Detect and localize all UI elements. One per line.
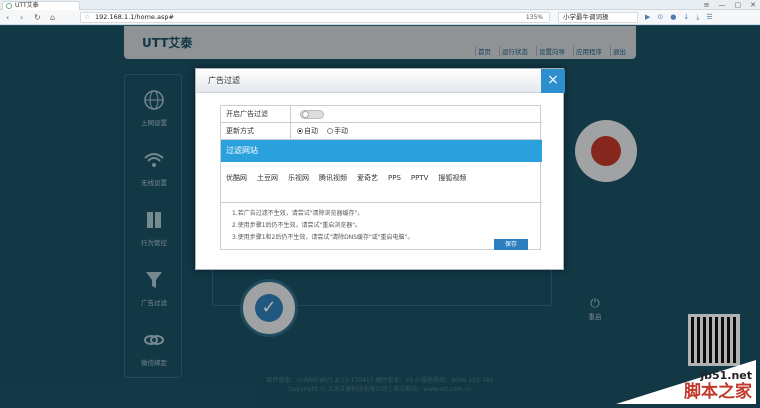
sync-icon[interactable]: ⊙ [657,12,663,23]
play-icon[interactable]: ▶ [645,12,650,23]
save-button[interactable]: 保存 [494,239,528,250]
browser-tab-bar: UTT艾泰 ≡ — ▢ ✕ [0,0,760,10]
menu-icon[interactable]: ≡ [704,0,710,10]
url-text: 192.168.1.1/home.asp# [95,13,174,21]
home-icon[interactable]: ⌂ [50,12,55,23]
back-icon[interactable]: ‹ [6,12,9,23]
download-icon[interactable]: ↓ [683,12,689,23]
site-watermark: jb51.net 脚本之家 [616,360,756,404]
note-line: 1.若广告过滤不生效，请尝试"清除浏览器缓存"。 [232,210,364,217]
window-controls: ≡ — ▢ ✕ [704,0,756,10]
enable-label: 开启广告过滤 [226,110,268,118]
update-label: 更新方式 [226,127,254,135]
filtered-sites-list: 优酷网 土豆网 乐视网 腾讯视频 爱奇艺 PPS PPTV 搜狐视频 [226,170,538,186]
close-button[interactable]: × [541,69,565,93]
toggle-knob [302,111,309,118]
enable-row: 开启广告过滤 [221,106,542,123]
radio-selected-icon [297,128,303,134]
save-icon[interactable]: ⤓ [696,12,699,23]
reload-icon[interactable]: ↻ [34,12,41,23]
browser-nav-bar: ‹ › ↻ ⌂ ☆ 192.168.1.1/home.asp# 135% 小学最… [0,10,760,25]
divider [221,202,542,203]
note-line: 2.使用步骤1后仍不生效，请尝试"重启浏览器"。 [232,222,362,229]
update-row: 更新方式 自动 手动 [221,123,542,140]
close-window-icon[interactable]: ✕ [750,0,756,10]
zoom-level[interactable]: 135% [526,13,543,22]
sites-header: 过滤网站 [221,140,542,162]
address-bar[interactable]: ☆ 192.168.1.1/home.asp# 135% [80,12,550,23]
enable-toggle[interactable] [300,110,324,119]
bookmark-star-icon[interactable]: ☆ [84,13,90,22]
note-line: 3.使用步骤1和2后仍不生效，请尝试"清除DNS缓存"或"重启电脑"。 [232,234,414,241]
extension-icon[interactable]: ● [670,12,676,23]
site-item: 爱奇艺 [357,174,378,182]
site-item: 优酷网 [226,174,247,182]
settings-panel: 开启广告过滤 更新方式 自动 手动 过滤网站 优酷网 土豆网 乐视网 腾讯视频 … [220,105,542,250]
radio-manual[interactable]: 手动 [327,123,348,139]
help-notes: 1.若广告过滤不生效，请尝试"清除浏览器缓存"。 2.使用步骤1后仍不生效，请尝… [232,208,413,244]
site-item: PPTV [410,174,429,182]
site-item: 土豆网 [257,174,278,182]
radio-unselected-icon [327,128,333,134]
site-item: PPS [388,174,401,182]
maximize-icon[interactable]: ▢ [735,0,742,10]
browser-tab[interactable]: UTT艾泰 [2,1,80,10]
forward-icon[interactable]: › [20,12,23,23]
site-item: 搜狐视频 [438,174,467,182]
radio-auto[interactable]: 自动 [297,123,318,139]
dialog-title-bar: 广告过滤 × [196,69,565,93]
browser-toolbar: ▶ ⊙ ● ↓ ⤓ ☰ [645,12,713,23]
search-input[interactable]: 小学最牛调词操 [558,12,638,23]
dialog-title: 广告过滤 [208,76,240,85]
site-item: 腾讯视频 [319,174,347,182]
ad-filter-dialog: 广告过滤 × 开启广告过滤 更新方式 自动 手动 过滤网站 优酷网 土豆网 乐视… [195,68,565,270]
minimize-icon[interactable]: — [719,0,726,10]
tab-title: UTT艾泰 [15,2,39,9]
browser-menu-icon[interactable]: ☰ [706,12,712,23]
site-item: 乐视网 [288,174,309,182]
tab-favicon-icon [6,3,12,9]
search-text: 小学最牛调词操 [563,13,609,21]
watermark-name: 脚本之家 [684,382,752,402]
